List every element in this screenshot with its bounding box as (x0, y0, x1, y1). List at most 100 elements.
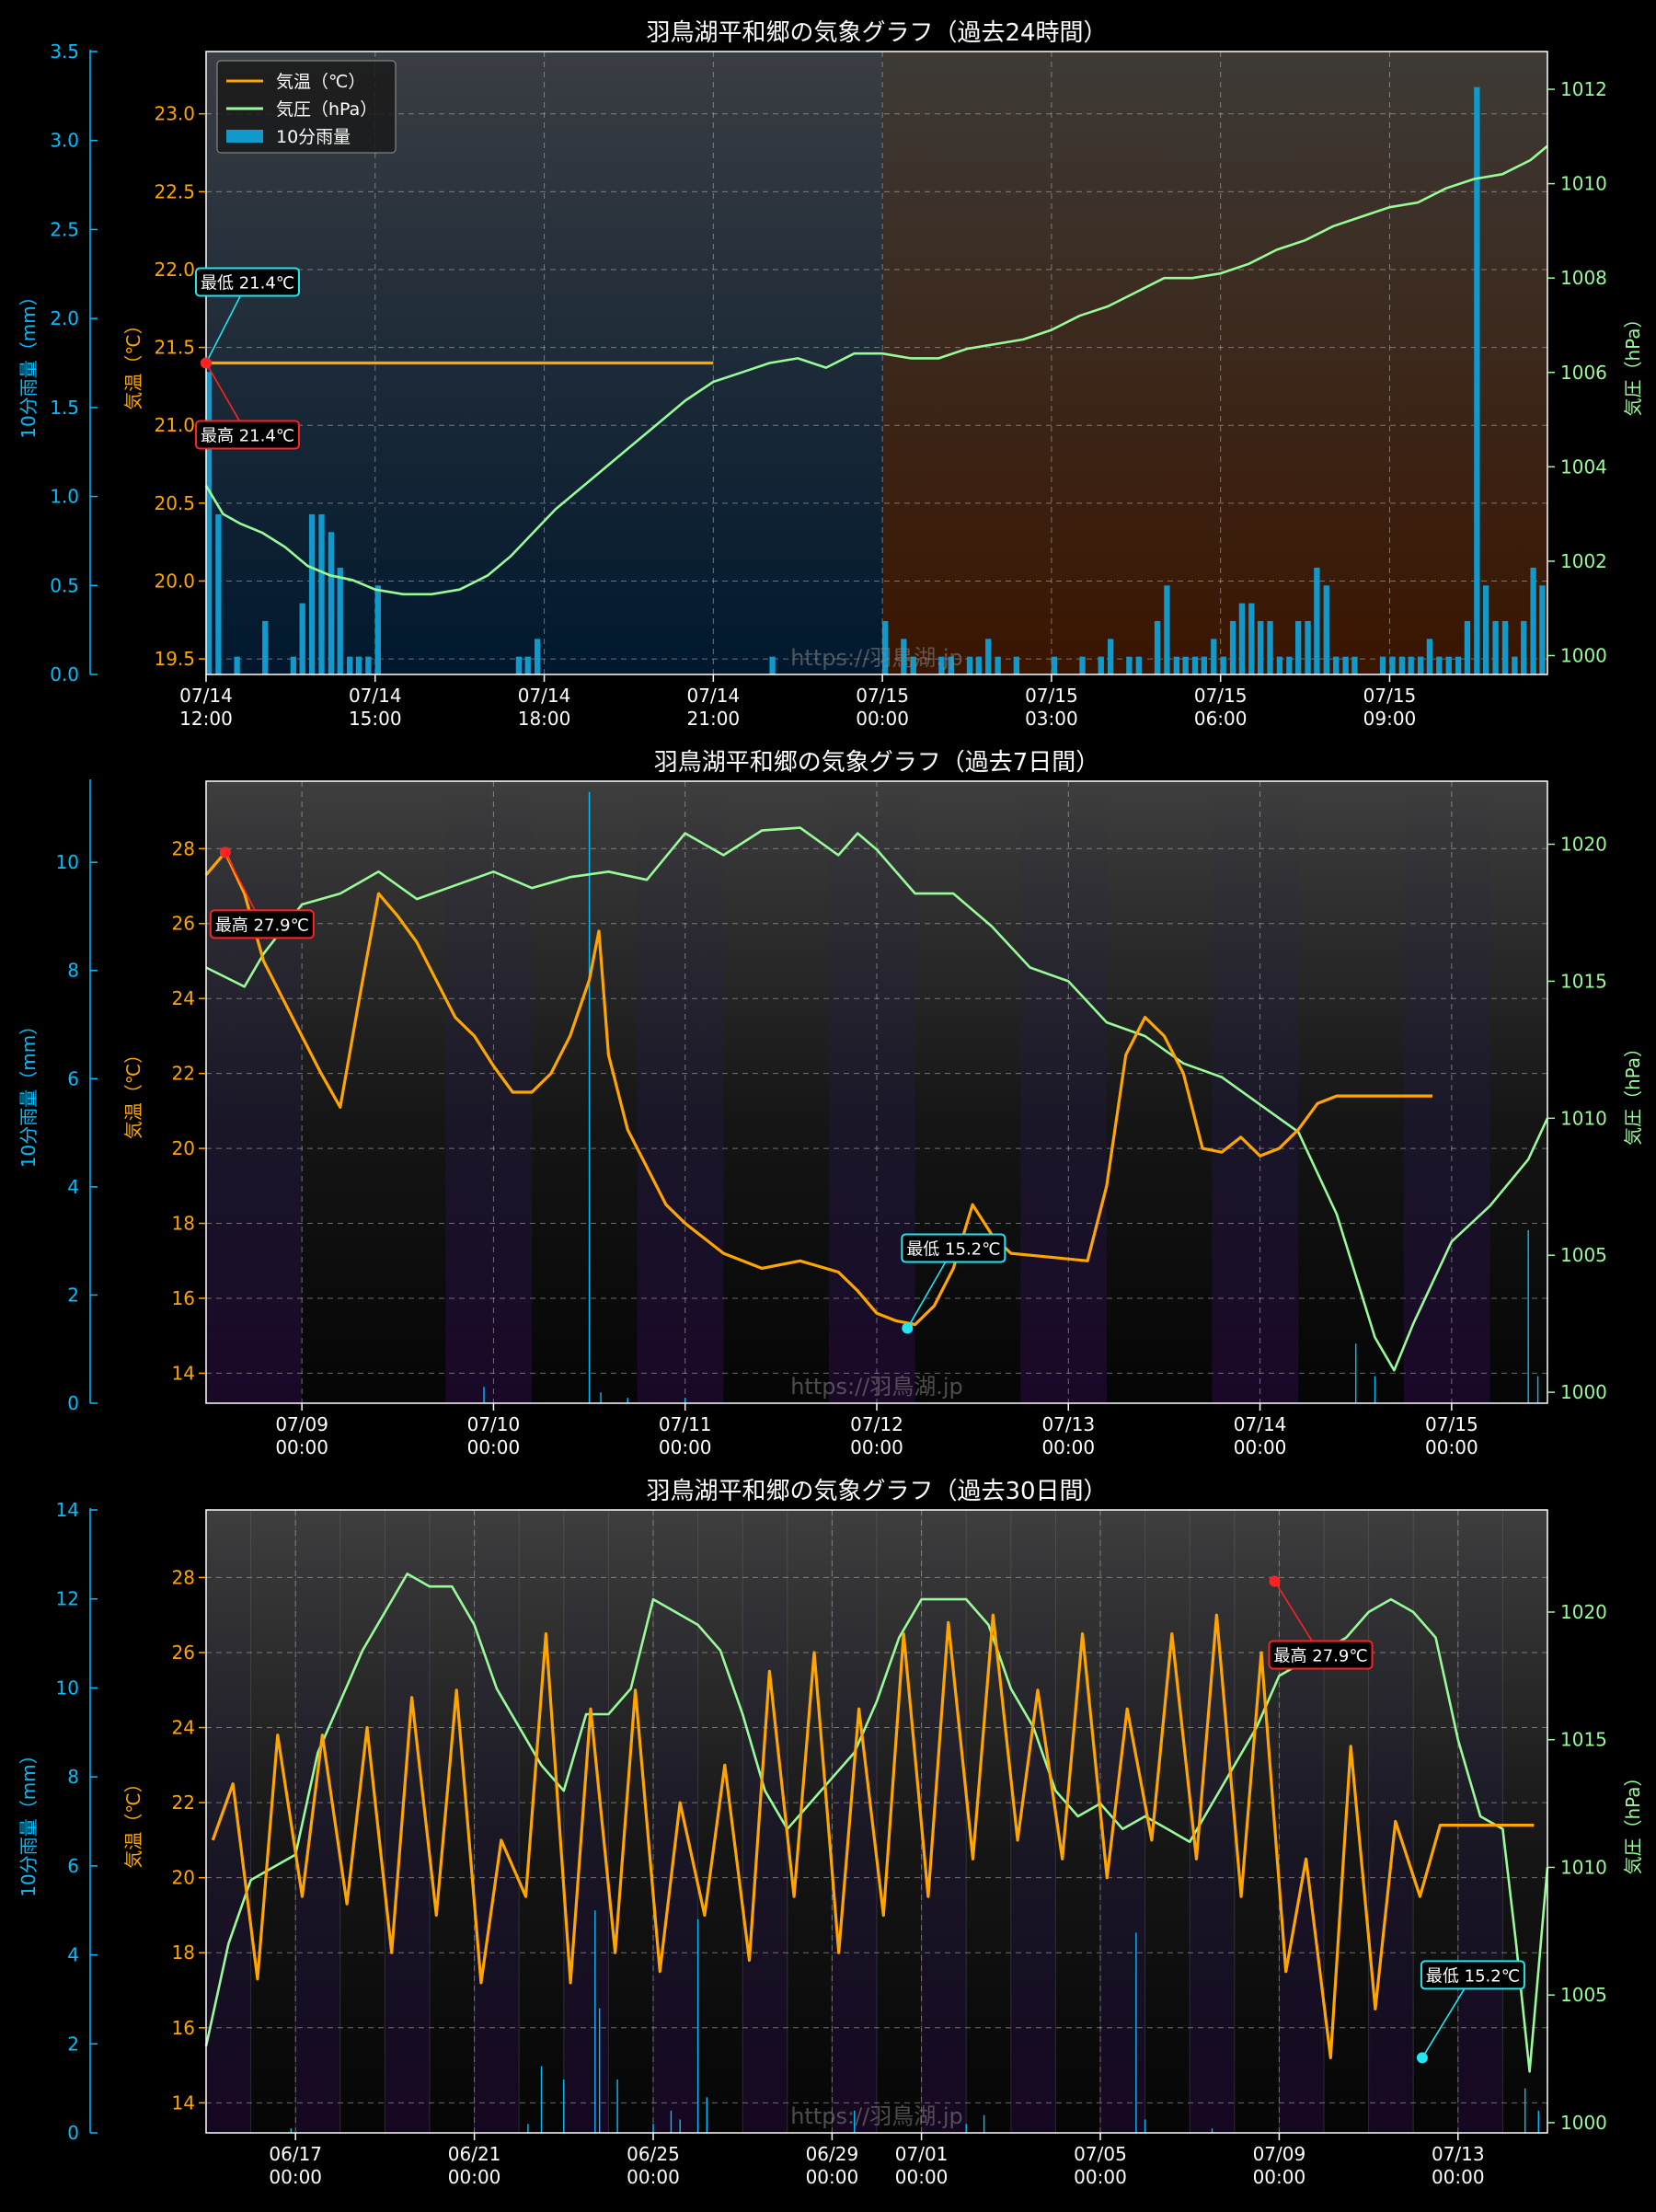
night-band (1010, 1510, 1056, 2133)
rain-tick-label: 0 (67, 1392, 79, 1414)
x-tick-time: 00:00 (269, 2166, 322, 2188)
charts-layer: 19.520.020.521.021.522.022.523.00.00.51.… (17, 19, 1644, 2188)
night-band (1020, 781, 1107, 1403)
rain-bar (1295, 620, 1302, 674)
pressure-tick-label: 1012 (1560, 78, 1607, 100)
x-tick-time: 00:00 (856, 708, 909, 730)
weather-charts-page: 19.5 20.0 20.5 21.0 21.5 22.0 22.5 23.0 0.0 0.5 1.… (0, 0, 1656, 2208)
x-tick-time: 00:00 (1234, 1436, 1287, 1458)
legend-swatch (226, 130, 263, 143)
rain-bar (337, 567, 343, 674)
temp-tick-label: 26 (172, 913, 195, 935)
temp-axis-label: 気温（℃） (122, 1045, 144, 1139)
rain-bar (299, 603, 305, 674)
rain-bar (1333, 656, 1340, 674)
rain-bar (1248, 603, 1255, 674)
min-annotation-label: 最低 21.4℃ (201, 274, 294, 294)
max-annotation-marker (201, 357, 212, 369)
min-annotation-marker (1416, 2052, 1428, 2064)
x-tick-date: 07/15 (1025, 685, 1078, 707)
rain-bar (328, 532, 335, 674)
rain-bar (1257, 620, 1264, 674)
rain-bar (318, 513, 325, 674)
night-band (832, 1510, 877, 2133)
x-tick-time: 00:00 (806, 2166, 859, 2188)
pressure-tick-label: 1020 (1560, 833, 1607, 855)
x-tick-date: 07/10 (467, 1413, 521, 1435)
plot-background-night (882, 52, 1547, 674)
rain-axis-label: 10分雨量（mm） (17, 1017, 40, 1168)
rain-tick-label: 3.0 (50, 130, 79, 152)
x-tick-date: 07/12 (850, 1413, 903, 1435)
rain-bar (1482, 585, 1489, 674)
pressure-tick-label: 1002 (1560, 550, 1607, 572)
rain-tick-label: 0.5 (50, 574, 79, 596)
min-annotation-marker (902, 1322, 914, 1334)
rain-tick-label: 12 (56, 1588, 79, 1610)
rain-tick-label: 1.5 (50, 397, 79, 419)
x-tick-date: 07/01 (895, 2143, 949, 2165)
pressure-tick-label: 1010 (1560, 173, 1607, 195)
rain-tick-label: 6 (67, 1855, 79, 1877)
rain-tick-label: 1.0 (50, 486, 79, 508)
rain-bar (308, 513, 316, 674)
rain-bar (1098, 656, 1104, 674)
night-band (474, 1510, 520, 2133)
rain-tick-label: 6 (67, 1067, 79, 1089)
rain-bar (346, 656, 353, 674)
rain-bar (1464, 620, 1471, 674)
rain-bar (1445, 656, 1452, 674)
rain-bar (1126, 656, 1133, 674)
rain-tick-label: 8 (67, 960, 79, 982)
temp-tick-label: 22.0 (154, 259, 195, 281)
x-tick-time: 09:00 (1363, 708, 1417, 730)
x-tick-date: 06/29 (806, 2143, 859, 2165)
weather-charts-svg: 19.520.020.521.021.522.022.523.00.00.51.… (17, 19, 1644, 2188)
rain-tick-label: 2 (67, 1284, 79, 1306)
x-tick-date: 07/05 (1074, 2143, 1127, 2165)
rain-tick-label: 2 (67, 2033, 79, 2055)
rain-bar (1379, 656, 1386, 674)
rain-bar (1051, 656, 1058, 674)
pressure-axis-label: 気圧（hPa） (1622, 309, 1644, 416)
x-tick-time: 00:00 (1253, 2166, 1306, 2188)
temp-tick-label: 18 (172, 1941, 195, 1964)
x-tick-date: 07/15 (856, 685, 909, 707)
max-annotation-marker (219, 847, 231, 858)
x-tick-time: 18:00 (518, 708, 571, 730)
temp-tick-label: 24 (172, 1717, 195, 1739)
rain-bar (985, 639, 992, 674)
temp-tick-label: 20.0 (154, 570, 195, 592)
temp-tick-label: 21.5 (154, 337, 195, 359)
rain-tick-label: 10 (56, 851, 79, 873)
rain-bar (1286, 656, 1293, 674)
temp-tick-label: 22 (172, 1791, 195, 1814)
rain-tick-label: 8 (67, 1766, 79, 1788)
x-tick-date: 07/14 (1234, 1413, 1287, 1435)
max-annotation-label: 最高 27.9℃ (1274, 1646, 1368, 1665)
temp-tick-label: 14 (172, 1362, 195, 1384)
x-tick-date: 07/13 (1432, 2143, 1485, 2165)
rain-bar (1164, 585, 1170, 674)
rain-tick-label: 14 (56, 1499, 79, 1521)
rain-bar (975, 656, 982, 674)
rain-bar (1398, 656, 1406, 674)
temp-tick-label: 23.0 (154, 103, 195, 125)
rain-bar (234, 656, 240, 674)
watermark: https://羽鳥湖.jp (790, 1374, 963, 1400)
rain-tick-label: 0.0 (50, 663, 79, 685)
x-tick-time: 21:00 (687, 708, 741, 730)
rain-bar (1512, 656, 1518, 674)
temp-tick-label: 28 (172, 1566, 195, 1588)
watermark: https://羽鳥湖.jp (790, 645, 963, 671)
x-tick-time: 00:00 (467, 1436, 521, 1458)
rain-bar (995, 656, 1001, 674)
rain-bar (1521, 620, 1527, 674)
rain-bar (1013, 656, 1020, 674)
pressure-tick-label: 1010 (1560, 1107, 1607, 1129)
night-band (921, 1510, 967, 2133)
x-tick-date: 07/15 (1425, 1413, 1478, 1435)
x-tick-time: 00:00 (627, 2166, 680, 2188)
rain-bar (1173, 656, 1180, 674)
max-annotation-label: 最高 21.4℃ (201, 427, 294, 446)
